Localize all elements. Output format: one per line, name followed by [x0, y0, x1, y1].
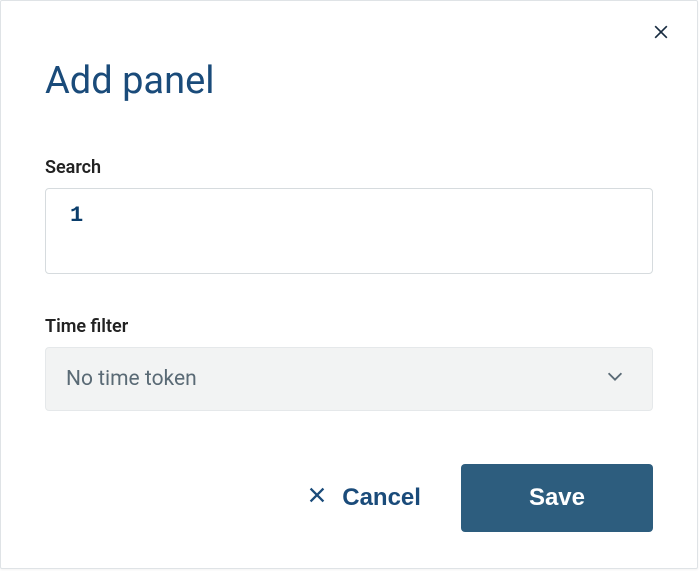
time-filter-label: Time filter: [45, 316, 653, 337]
cancel-icon: [306, 484, 328, 513]
button-row: Cancel Save: [298, 464, 653, 532]
save-button[interactable]: Save: [461, 464, 653, 532]
cancel-button[interactable]: Cancel: [298, 474, 429, 523]
time-filter-selected-value: No time token: [66, 367, 197, 391]
time-filter-select[interactable]: No time token: [45, 347, 653, 411]
search-input[interactable]: 1: [45, 188, 653, 274]
add-panel-dialog: Add panel Search 1 Time filter No time t…: [0, 0, 698, 569]
search-field: Search 1: [45, 157, 653, 278]
close-button[interactable]: [647, 19, 675, 47]
close-icon: [651, 22, 671, 45]
search-label: Search: [45, 157, 653, 178]
time-filter-field: Time filter No time token: [45, 316, 653, 411]
dialog-title: Add panel: [45, 59, 653, 103]
cancel-label: Cancel: [342, 484, 421, 512]
chevron-down-icon: [604, 365, 626, 393]
